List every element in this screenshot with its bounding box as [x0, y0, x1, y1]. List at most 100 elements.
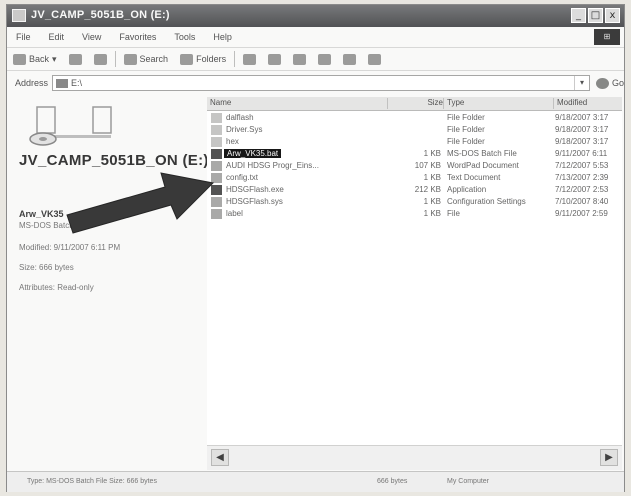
chevron-down-icon[interactable]: ▾ [573, 76, 589, 90]
annotation-arrow-icon [66, 172, 215, 234]
file-name: config.txt [226, 173, 259, 182]
file-row[interactable]: dalflash File Folder 9/18/2007 3:17 [207, 112, 622, 124]
copy-to-icon [293, 53, 307, 65]
file-row[interactable]: config.txt 1 KB Text Document 7/13/2007 … [207, 172, 622, 184]
folders-label: Folders [196, 54, 227, 64]
search-button[interactable]: Search [118, 53, 175, 65]
window-title: JV_CAMP_5051B_ON (E:) [31, 9, 170, 21]
selected-file-name: Arw_VK35 [19, 209, 64, 219]
maximize-button[interactable]: □ [588, 8, 603, 23]
go-arrow-icon [595, 77, 609, 89]
file-size: 1 KB [423, 197, 441, 206]
move-to-button[interactable] [262, 53, 287, 65]
menu-view[interactable]: View [73, 32, 110, 42]
file-modified: 7/12/2007 5:53 [555, 161, 609, 170]
toolbar: Back ▾ Search Folders [7, 47, 624, 71]
file-row-selected[interactable]: Arw_VK35.bat 1 KB MS-DOS Batch File 9/11… [207, 148, 622, 160]
status-zone: My Computer [447, 478, 490, 485]
folder-icon [211, 137, 222, 147]
menu-file[interactable]: File [7, 32, 40, 42]
file-type: Application [447, 185, 487, 194]
file-name: Driver.Sys [226, 125, 263, 134]
file-row[interactable]: Driver.Sys File Folder 9/18/2007 3:17 [207, 124, 622, 136]
folders-button[interactable]: Folders [174, 53, 232, 65]
menu-edit[interactable]: Edit [40, 32, 74, 42]
file-name: Arw_VK35.bat [224, 149, 282, 158]
history-icon [243, 53, 257, 65]
file-type: Configuration Settings [447, 197, 526, 206]
forward-arrow-icon [68, 53, 82, 65]
file-rows: dalflash File Folder 9/18/2007 3:17 Driv… [207, 112, 622, 220]
close-button[interactable]: x [605, 8, 620, 23]
copy-to-button[interactable] [287, 53, 312, 65]
file-row[interactable]: HDSGFlash.exe 212 KB Application 7/12/20… [207, 184, 622, 196]
up-button[interactable] [88, 53, 113, 65]
column-name[interactable]: Name [207, 98, 386, 109]
file-type: File Folder [447, 113, 485, 122]
menu-tools[interactable]: Tools [165, 32, 204, 42]
up-folder-icon [93, 53, 107, 65]
selected-file-modified: Modified: 9/11/2007 6:11 PM [19, 243, 121, 252]
menu-bar: File Edit View Favorites Tools Help [7, 28, 624, 46]
file-size: 1 KB [423, 149, 441, 158]
chevron-down-icon: ▾ [52, 53, 57, 64]
file-size: 107 KB [414, 161, 441, 170]
go-button[interactable]: Go [590, 77, 624, 89]
back-button[interactable]: Back ▾ [7, 53, 63, 65]
column-type[interactable]: Type [443, 98, 553, 109]
file-type: File Folder [447, 137, 485, 146]
selected-file-size: Size: 666 bytes [19, 263, 74, 272]
forward-button[interactable] [63, 53, 88, 65]
column-modified[interactable]: Modified [553, 98, 623, 109]
file-type: WordPad Document [447, 161, 519, 170]
address-bar: Address E:\ ▾ Go [7, 71, 624, 95]
undo-button[interactable] [337, 53, 362, 65]
file-type: MS-DOS Batch File [447, 149, 517, 158]
toolbar-divider [234, 51, 236, 67]
history-button[interactable] [237, 53, 262, 65]
selected-file-attributes: Attributes: Read-only [19, 283, 94, 292]
file-size: 1 KB [423, 209, 441, 218]
file-row[interactable]: hex File Folder 9/18/2007 3:17 [207, 136, 622, 148]
status-bar: Type: MS-DOS Batch File Size: 666 bytes … [7, 471, 624, 492]
horizontal-scrollbar[interactable]: ◀ ▶ [207, 445, 622, 470]
search-icon [123, 53, 137, 65]
views-button[interactable] [362, 53, 387, 65]
menu-favorites[interactable]: Favorites [110, 32, 165, 42]
status-text: Type: MS-DOS Batch File Size: 666 bytes [27, 478, 157, 485]
file-row[interactable]: label 1 KB File 9/11/2007 2:59 [207, 208, 622, 220]
delete-icon [318, 53, 332, 65]
file-name: dalflash [226, 113, 254, 122]
minimize-button[interactable]: _ [571, 8, 586, 23]
delete-button[interactable] [312, 53, 337, 65]
drive-icon [12, 9, 26, 22]
file-modified: 9/11/2007 2:59 [555, 209, 608, 218]
file-size: 1 KB [423, 173, 441, 182]
file-modified: 7/10/2007 8:40 [555, 197, 609, 206]
file-modified: 9/18/2007 3:17 [555, 125, 609, 134]
file-row[interactable]: HDSGFlash.sys 1 KB Configuration Setting… [207, 196, 622, 208]
file-row[interactable]: AUDI HDSG Progr_Eins... 107 KB WordPad D… [207, 160, 622, 172]
menu-help[interactable]: Help [204, 32, 241, 42]
file-modified: 7/13/2007 2:39 [555, 173, 609, 182]
scroll-left-button[interactable]: ◀ [211, 449, 229, 466]
folder-icon [211, 113, 222, 123]
removable-drive-icon [29, 106, 112, 146]
column-header: Name Size Type Modified [207, 97, 622, 111]
back-label: Back [29, 54, 50, 64]
windows-logo-icon: ⊞ [594, 29, 620, 45]
drive-icon [56, 78, 69, 88]
file-modified: 9/11/2007 6:11 [555, 149, 608, 158]
column-size[interactable]: Size [387, 98, 443, 109]
address-input[interactable]: E:\ ▾ [52, 75, 590, 91]
file-type: File [447, 209, 460, 218]
address-value: E:\ [71, 78, 83, 88]
title-bar[interactable]: JV_CAMP_5051B_ON (E:) _ □ x [7, 5, 624, 27]
status-size: 666 bytes [377, 478, 408, 485]
folders-icon [180, 53, 194, 65]
move-to-icon [268, 53, 282, 65]
file-name: AUDI HDSG Progr_Eins... [226, 161, 319, 170]
scroll-right-button[interactable]: ▶ [600, 449, 618, 466]
file-type: Text Document [447, 173, 501, 182]
views-icon [368, 53, 382, 65]
